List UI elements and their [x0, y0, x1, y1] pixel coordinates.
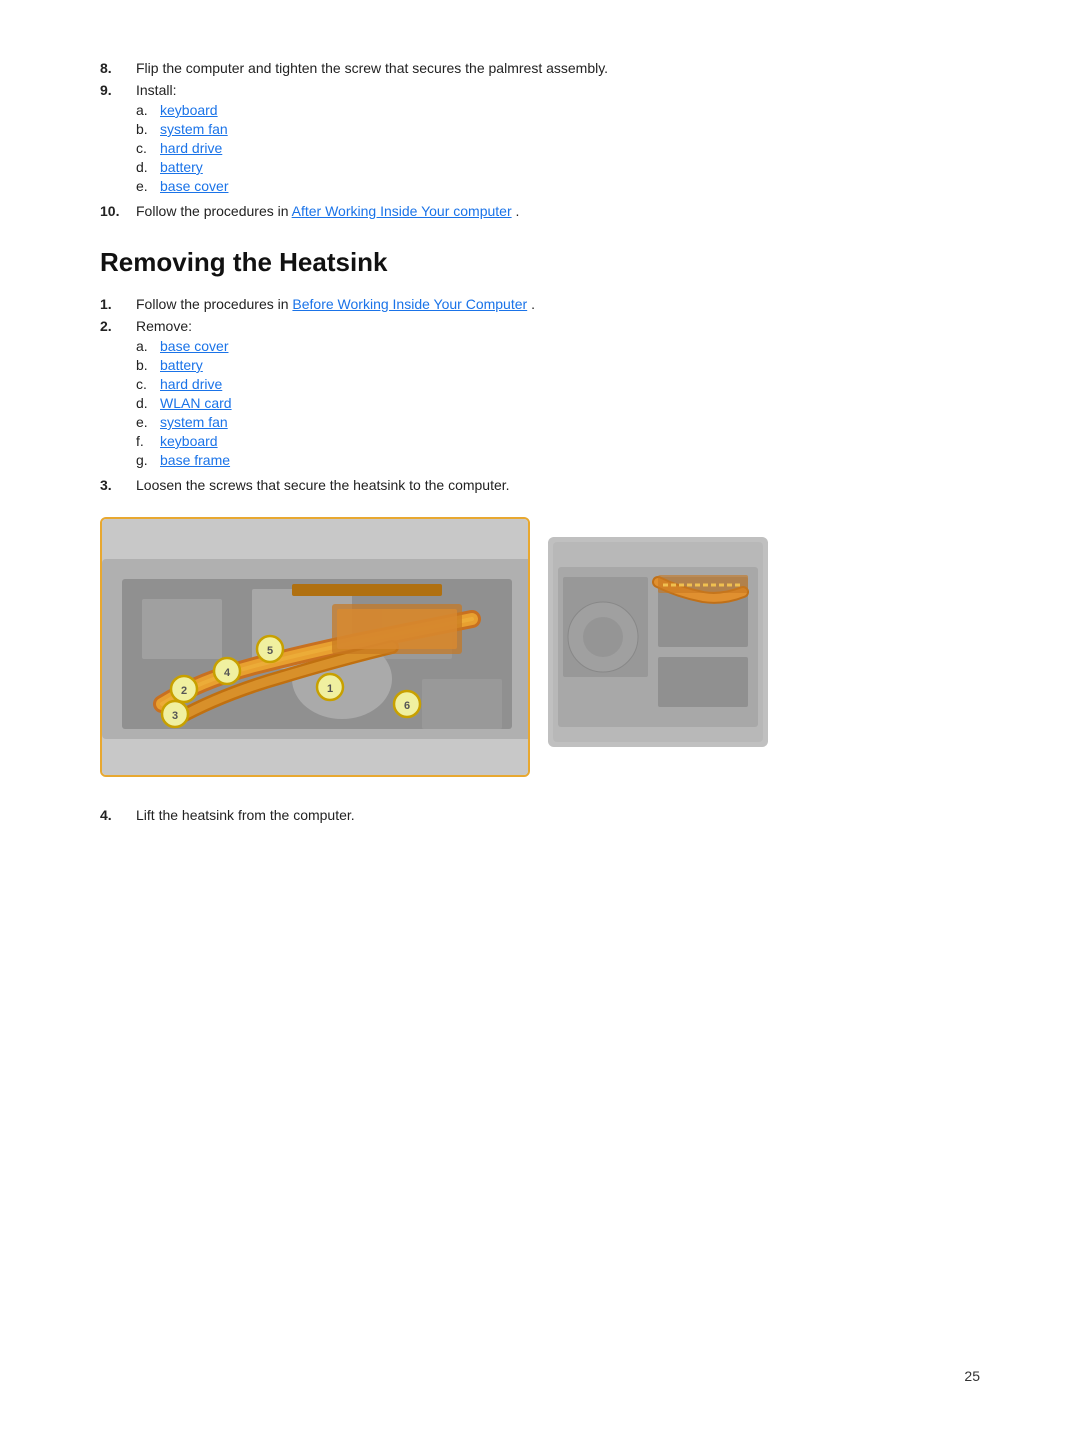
step-10-text-after: . — [516, 203, 520, 219]
step-8: 8. Flip the computer and tighten the scr… — [100, 60, 980, 76]
link-hard-drive-remove[interactable]: hard drive — [160, 376, 222, 392]
link-keyboard-remove[interactable]: keyboard — [160, 433, 218, 449]
hs-sub-item-f: f. keyboard — [136, 433, 980, 449]
hs-sub-label-f: f. — [136, 433, 160, 449]
link-system-fan-remove[interactable]: system fan — [160, 414, 228, 430]
link-system-fan-install[interactable]: system fan — [160, 121, 228, 137]
hs-sub-label-a: a. — [136, 338, 160, 354]
hs-step-1-content: Follow the procedures in Before Working … — [136, 296, 980, 312]
hs-step-2-content: Remove: a. base cover b. battery c. hard… — [136, 318, 980, 471]
link-base-frame-remove[interactable]: base frame — [160, 452, 230, 468]
svg-text:2: 2 — [181, 685, 187, 697]
step-8-number: 8. — [100, 60, 136, 76]
hs-step-2-sublist: a. base cover b. battery c. hard drive d… — [136, 338, 980, 468]
sub-item-9c: c. hard drive — [136, 140, 980, 156]
link-before-working[interactable]: Before Working Inside Your Computer — [292, 296, 527, 312]
svg-text:1: 1 — [327, 683, 333, 695]
svg-text:3: 3 — [172, 710, 178, 722]
link-base-cover-install[interactable]: base cover — [160, 178, 228, 194]
hs-step-3-text: Loosen the screws that secure the heatsi… — [136, 477, 980, 493]
hs-step-2-number: 2. — [100, 318, 136, 471]
hs-step-4: 4. Lift the heatsink from the computer. — [100, 807, 980, 823]
hs-sub-item-g: g. base frame — [136, 452, 980, 468]
svg-text:5: 5 — [267, 645, 273, 657]
hs-step-3: 3. Loosen the screws that secure the hea… — [100, 477, 980, 493]
link-keyboard-install[interactable]: keyboard — [160, 102, 218, 118]
heatsink-diagram-svg: 1 2 3 4 5 6 — [102, 519, 530, 777]
step-9-text: Install: — [136, 82, 176, 98]
hs-sub-label-e: e. — [136, 414, 160, 430]
step-9: 9. Install: a. keyboard b. system fan c.… — [100, 82, 980, 197]
step-10: 10. Follow the procedures in After Worki… — [100, 203, 980, 219]
heatsink-side-diagram-svg — [548, 537, 768, 747]
hs-sub-item-a: a. base cover — [136, 338, 980, 354]
sub-label-9e: e. — [136, 178, 160, 194]
hs-step-2: 2. Remove: a. base cover b. battery c. h… — [100, 318, 980, 471]
diagram-container: 1 2 3 4 5 6 — [100, 517, 980, 777]
sub-label-9b: b. — [136, 121, 160, 137]
link-base-cover-remove[interactable]: base cover — [160, 338, 228, 354]
step-10-text-before: Follow the procedures in — [136, 203, 292, 219]
diagram-main: 1 2 3 4 5 6 — [100, 517, 530, 777]
step-10-number: 10. — [100, 203, 136, 219]
link-battery-remove[interactable]: battery — [160, 357, 203, 373]
hs-step-4-text: Lift the heatsink from the computer. — [136, 807, 980, 823]
sub-item-9e: e. base cover — [136, 178, 980, 194]
hs-step-1-text-after: . — [531, 296, 535, 312]
step-9-number: 9. — [100, 82, 136, 197]
step-9-sublist: a. keyboard b. system fan c. hard drive … — [136, 102, 980, 194]
svg-text:4: 4 — [224, 667, 231, 679]
hs-sub-label-b: b. — [136, 357, 160, 373]
hs-sub-label-g: g. — [136, 452, 160, 468]
link-wlan-card-remove[interactable]: WLAN card — [160, 395, 232, 411]
svg-text:6: 6 — [404, 700, 410, 712]
hs-step-1: 1. Follow the procedures in Before Worki… — [100, 296, 980, 312]
hs-step-4-number: 4. — [100, 807, 136, 823]
hs-sub-item-e: e. system fan — [136, 414, 980, 430]
sub-label-9c: c. — [136, 140, 160, 156]
link-after-working[interactable]: After Working Inside Your computer — [292, 203, 512, 219]
sub-item-9d: d. battery — [136, 159, 980, 175]
sub-item-9a: a. keyboard — [136, 102, 980, 118]
sub-item-9b: b. system fan — [136, 121, 980, 137]
hs-sub-item-d: d. WLAN card — [136, 395, 980, 411]
page-number: 25 — [964, 1368, 980, 1384]
hs-step-1-number: 1. — [100, 296, 136, 312]
sub-label-9d: d. — [136, 159, 160, 175]
hs-step-3-number: 3. — [100, 477, 136, 493]
step-9-content: Install: a. keyboard b. system fan c. ha… — [136, 82, 980, 197]
section-title-heatsink: Removing the Heatsink — [100, 247, 980, 278]
hs-step-2-text: Remove: — [136, 318, 192, 334]
diagram-side — [548, 537, 768, 747]
link-hard-drive-install[interactable]: hard drive — [160, 140, 222, 156]
step-8-text: Flip the computer and tighten the screw … — [136, 60, 980, 76]
page-content: 8. Flip the computer and tighten the scr… — [0, 0, 1080, 911]
hs-sub-label-c: c. — [136, 376, 160, 392]
step-10-content: Follow the procedures in After Working I… — [136, 203, 980, 219]
hs-sub-label-d: d. — [136, 395, 160, 411]
hs-step-1-text-before: Follow the procedures in — [136, 296, 292, 312]
hs-sub-item-b: b. battery — [136, 357, 980, 373]
sub-label-9a: a. — [136, 102, 160, 118]
hs-sub-item-c: c. hard drive — [136, 376, 980, 392]
link-battery-install[interactable]: battery — [160, 159, 203, 175]
